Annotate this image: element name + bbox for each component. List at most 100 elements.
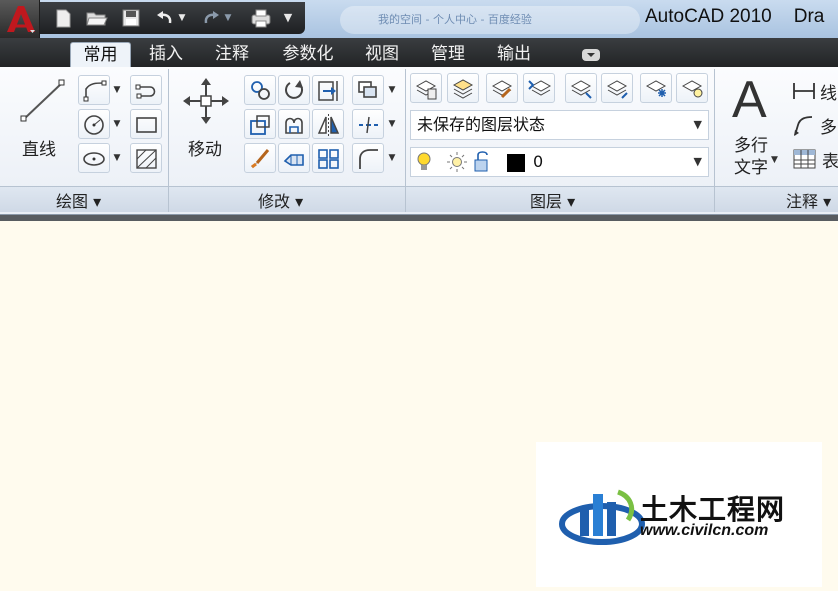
layers-panel-title[interactable]: 图层 ▾ [530,188,575,212]
tab-parametric[interactable]: 参数化 [275,42,341,67]
background-browser-tab: 我的空间 - 个人中心 - 百度经验 [340,6,640,34]
move-button[interactable]: 移动 [178,73,236,163]
multileader-button[interactable]: 多 [792,111,838,139]
hatch-button[interactable] [130,143,162,173]
table-button[interactable]: 表 [792,145,838,173]
stretch-icon [285,117,303,134]
trim-icon [318,81,338,101]
svg-text:A: A [732,75,767,121]
layer-off-button[interactable] [676,73,708,103]
fillet-button[interactable] [352,143,384,173]
mtext-label-line2: 文字 [734,158,768,178]
annotation-panel-title[interactable]: 注释 ▾ [786,188,831,212]
copy-button[interactable] [244,75,276,105]
layer-freeze-button[interactable] [640,73,672,103]
table-icon [793,149,816,169]
circle-icon [84,115,104,135]
background-tab-title: 我的空间 - 个人中心 - 百度经验 [378,13,532,26]
tab-view[interactable]: 视图 [356,42,408,67]
stretch-button[interactable] [278,109,310,139]
tab-annotate[interactable]: 注释 [206,42,258,67]
new-icon[interactable] [50,6,76,30]
layer-previous-icon [528,80,552,96]
move-icon [183,78,229,124]
mirror-button[interactable] [312,109,344,139]
multileader-icon [794,116,813,136]
save-icon[interactable] [118,6,144,30]
sun-icon [447,152,467,172]
layer-isolate-icon [570,80,592,99]
multileader-label: 多 [820,118,837,138]
hatch-icon [136,149,157,169]
linear-dimension-button[interactable]: 线 [792,77,838,105]
ellipse-dropdown-icon[interactable]: ▼ [111,143,123,173]
table-label: 表 [822,152,838,172]
layer-properties-button[interactable] [410,73,442,103]
rotate-button[interactable] [278,75,310,105]
quick-access-toolbar: ▼ ▼ ▼ [40,2,305,34]
layer-dropdown[interactable]: 0 ▼ [410,147,709,177]
explode-button[interactable] [352,109,384,139]
line-button[interactable]: 直线 [12,73,70,163]
array-button[interactable] [352,75,384,105]
rectangle-button[interactable] [130,109,162,139]
rotate-icon [285,80,303,99]
tab-home[interactable]: 常用 [70,42,131,67]
layer-isolate-button[interactable] [565,73,597,103]
customize-dropdown-icon[interactable]: ▼ [280,6,296,30]
rectangular-array-icon [318,149,339,169]
scale-icon [250,115,270,135]
undo-dropdown-icon[interactable]: ▼ [175,6,189,30]
ribbon-tab-bar: 常用 插入 注释 参数化 视图 管理 输出 [0,38,838,67]
match-properties-button[interactable] [244,143,276,173]
ellipse-button[interactable] [78,143,110,173]
drawing-title: Dra [793,6,825,27]
circle-button[interactable] [78,109,110,139]
layer-status-icons [417,151,525,172]
trim-button[interactable] [312,75,344,105]
circle-dropdown-icon[interactable]: ▼ [111,109,123,139]
extend-icon [283,154,304,166]
watermark-url: www.civilcn.com [640,522,769,539]
fillet-dropdown-icon[interactable]: ▼ [386,143,398,173]
tab-insert[interactable]: 插入 [140,42,192,67]
layer-states-button[interactable] [447,73,479,103]
polyline-dropdown-icon[interactable]: ▼ [111,75,123,105]
chevron-down-icon: ▼ [693,118,702,131]
layer-match-icon [491,80,513,99]
window-title: AutoCAD 2010 Dra [645,6,824,28]
civilcn-logo-icon [559,489,645,545]
spline-icon [135,84,156,99]
spline-button[interactable] [130,75,162,105]
mirror-icon [317,114,340,136]
explode-dropdown-icon[interactable]: ▼ [386,109,398,139]
minimize-ribbon-button[interactable] [576,42,606,67]
plot-icon[interactable] [248,6,274,30]
mtext-dropdown-icon: ▼ [771,155,778,165]
rectangular-array-button[interactable] [312,143,344,173]
array-icon [358,81,377,98]
tab-manage[interactable]: 管理 [422,42,474,67]
multiline-text-button[interactable]: A 多行 文字 ▼ [722,71,782,179]
layer-state-dropdown[interactable]: 未保存的图层状态 ▼ [410,110,709,140]
draw-panel-title[interactable]: 绘图 ▾ [56,188,101,212]
tab-output[interactable]: 输出 [488,42,540,67]
ellipse-icon [83,152,105,166]
polyline-button[interactable] [78,75,110,105]
title-bar: ▼ ▼ ▼ 我的空间 - 个人中心 - 百度经验 AutoCAD 2010 Dra [0,0,838,38]
rectangle-icon [136,117,157,133]
application-menu-button[interactable] [0,0,40,38]
layer-unisolate-icon [606,80,628,99]
layer-color-swatch [507,154,525,172]
open-icon[interactable] [84,6,110,30]
layer-unisolate-button[interactable] [601,73,633,103]
watermark: 土木工程网 www.civilcn.com [536,442,822,587]
layer-previous-button[interactable] [523,73,555,103]
redo-dropdown-icon[interactable]: ▼ [221,6,235,30]
scale-button[interactable] [244,109,276,139]
extend-button[interactable] [278,143,310,173]
layer-match-button[interactable] [486,73,518,103]
modify-panel-title[interactable]: 修改 ▾ [258,188,303,212]
fillet-icon [359,149,378,169]
array-dropdown-icon[interactable]: ▼ [386,75,398,105]
